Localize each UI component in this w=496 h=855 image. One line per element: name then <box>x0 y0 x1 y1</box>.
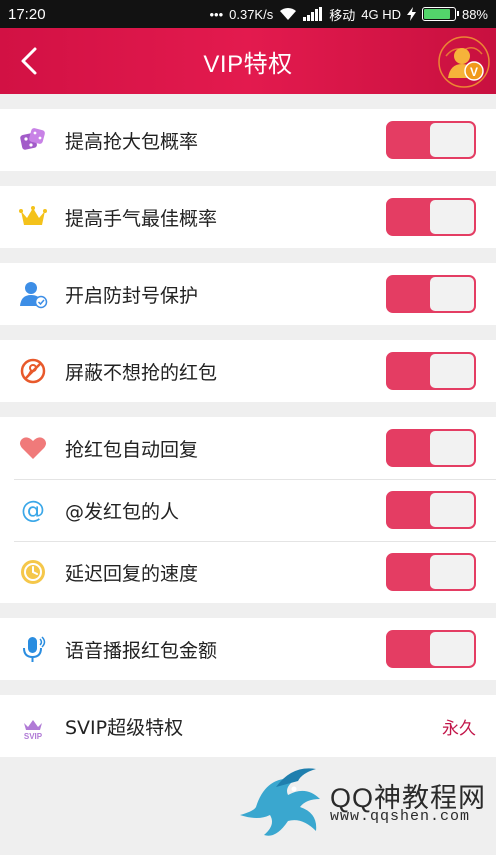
battery-icon <box>421 7 459 21</box>
settings-group: 语音播报红包金额 <box>0 618 496 680</box>
block-icon <box>17 355 49 387</box>
toggle-switch[interactable] <box>386 198 476 236</box>
dots-icon: ••• <box>209 6 224 22</box>
settings-row: @ @发红包的人 <box>0 479 496 541</box>
status-right: ••• 0.37K/s 移动 4G HD 88% <box>209 5 488 24</box>
settings-group: 抢红包自动回复 @ @发红包的人 延迟回复的速度 <box>0 417 496 603</box>
at-icon: @ <box>17 494 49 526</box>
settings-row[interactable]: SVIP SVIP超级特权 永久 <box>0 695 496 757</box>
svg-text:SVIP: SVIP <box>24 732 43 741</box>
settings-group: 提高手气最佳概率 <box>0 186 496 248</box>
svg-text:V: V <box>470 65 478 79</box>
row-label: 提高手气最佳概率 <box>65 207 218 230</box>
toggle-switch[interactable] <box>386 630 476 668</box>
network-type: 4G HD <box>361 6 401 22</box>
row-label: 屏蔽不想抢的红包 <box>65 361 218 384</box>
row-label: 延迟回复的速度 <box>65 562 199 585</box>
settings-group: SVIP SVIP超级特权 永久 <box>0 695 496 757</box>
toggle-knob <box>430 277 474 311</box>
app-header: VIP特权 V <box>0 28 496 94</box>
settings-row: 提高手气最佳概率 <box>0 186 496 248</box>
microphone-icon <box>17 633 49 665</box>
settings-row: 抢红包自动回复 <box>0 417 496 479</box>
row-label: 抢红包自动回复 <box>65 438 199 461</box>
page-title: VIP特权 <box>203 50 293 78</box>
settings-row: 语音播报红包金额 <box>0 618 496 680</box>
chevron-left-icon[interactable] <box>14 44 44 78</box>
toggle-knob <box>430 493 474 527</box>
user-avatar-icon[interactable]: V <box>438 36 490 88</box>
settings-row: 延迟回复的速度 <box>0 541 496 603</box>
dice-icon <box>17 124 49 156</box>
svip-icon: SVIP <box>17 710 49 742</box>
row-label: SVIP超级特权 <box>65 716 184 739</box>
toggle-switch[interactable] <box>386 553 476 591</box>
settings-row: 提高抢大包概率 <box>0 109 496 171</box>
toggle-knob <box>430 632 474 666</box>
settings-group: 提高抢大包概率 <box>0 109 496 171</box>
settings-group: 开启防封号保护 <box>0 263 496 325</box>
toggle-switch[interactable] <box>386 121 476 159</box>
toggle-switch[interactable] <box>386 352 476 390</box>
clock-icon <box>17 556 49 588</box>
toggle-knob <box>430 431 474 465</box>
wifi-icon <box>280 7 297 20</box>
signal-icon <box>303 7 323 21</box>
svg-text:@: @ <box>21 496 45 524</box>
charging-icon <box>406 7 416 21</box>
row-label: 提高抢大包概率 <box>65 130 199 153</box>
toggle-knob <box>430 555 474 589</box>
row-label: 开启防封号保护 <box>65 284 199 307</box>
battery-percent: 88% <box>461 6 488 22</box>
row-label: @发红包的人 <box>65 500 180 523</box>
row-value: 永久 <box>442 718 476 739</box>
network-speed: 0.37K/s <box>229 6 274 22</box>
heart-icon <box>17 432 49 464</box>
toggle-switch[interactable] <box>386 429 476 467</box>
status-time: 17:20 <box>8 5 46 23</box>
carrier: 移动 <box>329 7 356 23</box>
toggle-switch[interactable] <box>386 275 476 313</box>
settings-row: 屏蔽不想抢的红包 <box>0 340 496 402</box>
settings-list: 提高抢大包概率 提高手气最佳概率 开启防封号保护 屏蔽不想抢的红包 抢红包自动回复 @ @发… <box>0 94 496 757</box>
toggle-knob <box>430 354 474 388</box>
crown-icon <box>17 201 49 233</box>
user-protect-icon <box>17 278 49 310</box>
row-label: 语音播报红包金额 <box>65 639 218 662</box>
toggle-switch[interactable] <box>386 491 476 529</box>
battery-fill <box>423 9 451 19</box>
status-bar: 17:20 ••• 0.37K/s 移动 4G HD 88% <box>0 0 496 28</box>
toggle-knob <box>430 123 474 157</box>
toggle-knob <box>430 200 474 234</box>
watermark-url: www.qqshen.com <box>330 808 471 825</box>
settings-row: 开启防封号保护 <box>0 263 496 325</box>
settings-group: 屏蔽不想抢的红包 <box>0 340 496 402</box>
